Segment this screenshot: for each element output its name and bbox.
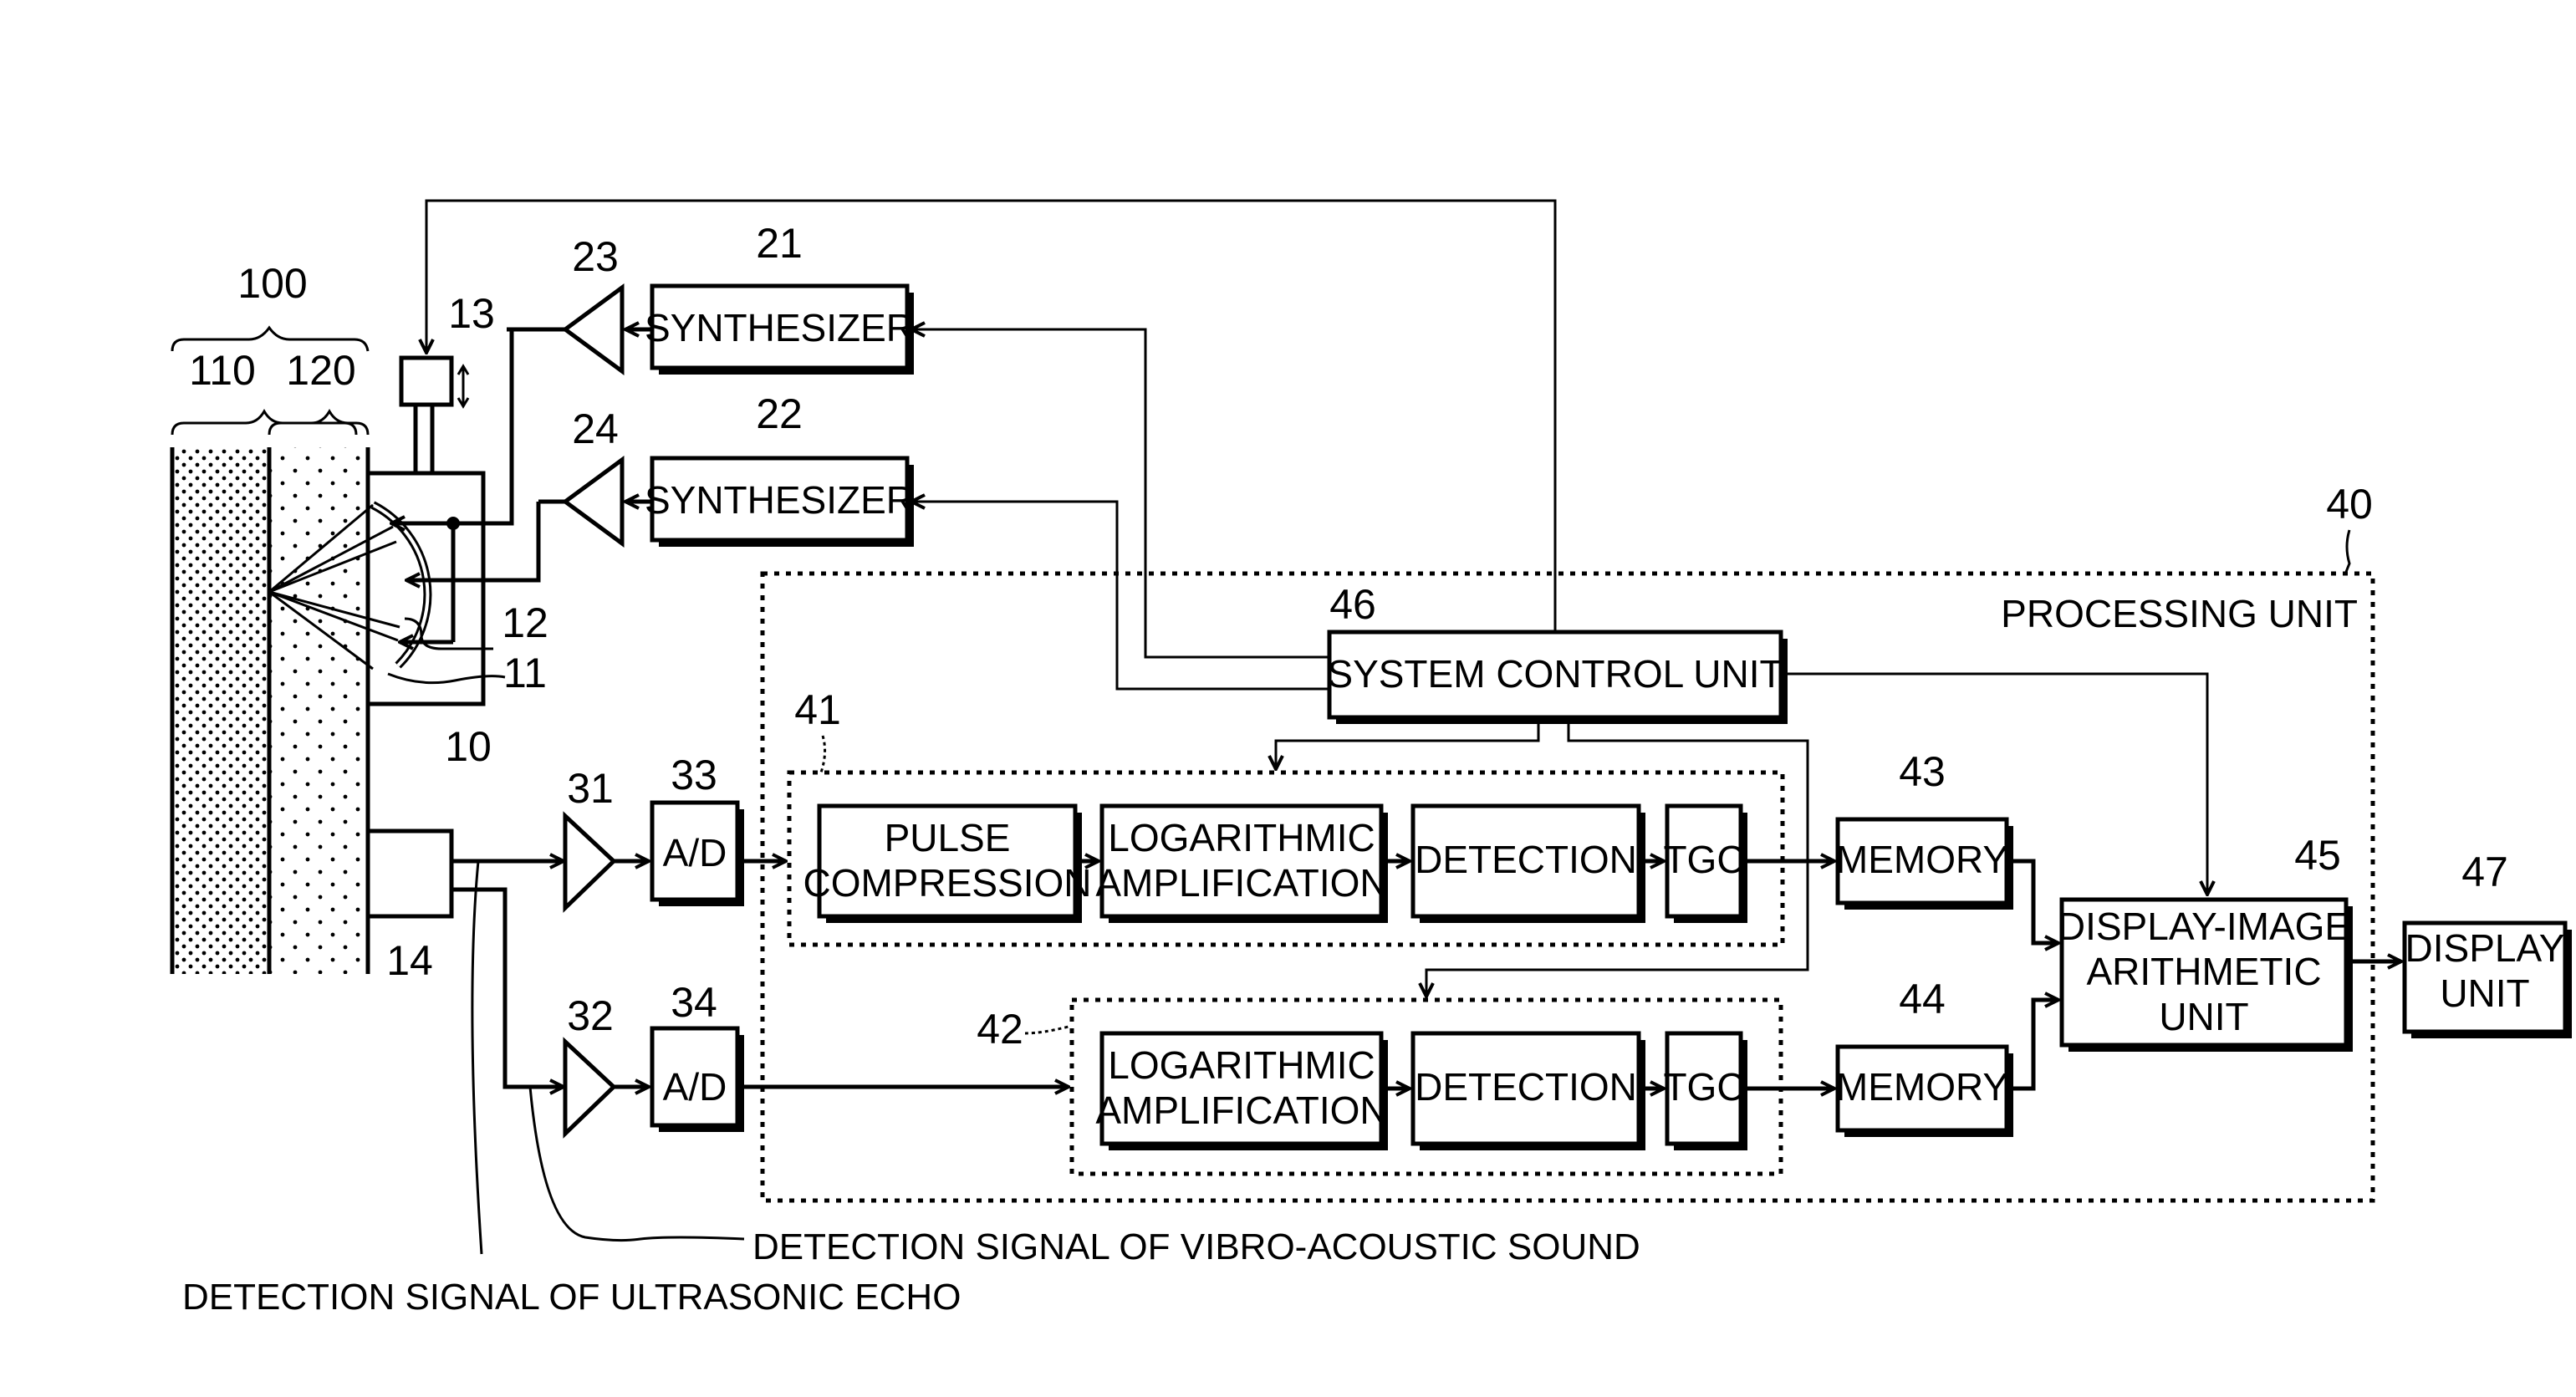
log-amp-2-label-2: AMPLIFICATION [1095,1089,1387,1132]
ref-24: 24 [572,405,619,452]
detection-1-label: DETECTION [1415,838,1637,881]
pulse-compression-label-1: PULSE [885,816,1011,859]
ref-23: 23 [572,233,619,280]
actuator-13 [399,355,454,407]
ref-13: 13 [448,290,495,337]
display-image-unit-block: DISPLAY-IMAGE ARITHMETIC UNIT 45 [2058,832,2353,1052]
layer-120-region [269,447,368,974]
log-amp-2-block: LOGARITHMIC AMPLIFICATION [1095,1031,1388,1150]
memory-43-label: MEMORY [1836,838,2008,881]
block-diagram: 100 110 120 12 11 10 13 SYNTHESIZER 21 2… [170,199,2572,1318]
ref-34: 34 [671,979,717,1026]
ref-22: 22 [756,390,803,437]
pulse-compression-block: PULSE COMPRESSION [803,803,1092,923]
ref-10: 10 [445,723,492,770]
control-line-synth-21 [911,329,1329,659]
tgc-2-block: TGC [1663,1031,1747,1150]
ref-32: 32 [567,992,614,1039]
caption-vibro-acoustic: DETECTION SIGNAL OF VIBRO-ACOUSTIC SOUND [752,1226,1640,1267]
log-amp-1-block: LOGARITHMIC AMPLIFICATION [1095,803,1388,923]
ref-14: 14 [386,937,433,984]
amplifier-32 [563,1037,617,1139]
caption-ultrasonic-echo: DETECTION SIGNAL OF ULTRASONIC ECHO [182,1277,961,1318]
system-control-unit-label: SYSTEM CONTROL UNIT [1327,652,1783,696]
log-amp-2-label-1: LOGARITHMIC [1108,1043,1375,1087]
pulse-compression-label-2: COMPRESSION [803,861,1091,905]
ad-33-label: A/D [663,831,727,874]
ref-33: 33 [671,752,717,798]
ref-42: 42 [977,1006,1023,1053]
system-control-unit-group: SYSTEM CONTROL UNIT 46 [1327,581,1788,724]
display-unit-label-1: DISPLAY [2405,926,2565,970]
log-amp-1-label-1: LOGARITHMIC [1108,816,1375,859]
synthesizer-21-group: SYNTHESIZER 21 23 [512,220,914,375]
ref-11: 11 [503,650,547,696]
tgc-2-label: TGC [1663,1065,1744,1109]
detection-2-block: DETECTION [1410,1031,1645,1150]
display-image-label-3: UNIT [2159,995,2248,1038]
ref-12: 12 [502,599,548,646]
sensor-14 [365,829,454,919]
tgc-1-label: TGC [1663,838,1744,881]
tgc-1-block: TGC [1663,803,1747,923]
display-image-label-1: DISPLAY-IMAGE [2058,905,2350,948]
ad-34-label: A/D [663,1065,727,1109]
control-line-synth-22 [911,502,1329,691]
detection-2-label: DETECTION [1415,1065,1637,1109]
memory-44-label: MEMORY [1836,1065,2008,1109]
ref-21: 21 [756,220,803,267]
move-arrow-icon [457,364,470,409]
ref-41: 41 [794,686,841,733]
ref-110: 110 [189,347,256,394]
ref-31: 31 [567,765,614,812]
ref-45: 45 [2294,832,2341,879]
ref-100: 100 [237,260,307,307]
ref-46: 46 [1329,581,1376,628]
ref-120: 120 [286,347,355,394]
log-amp-1-label-2: AMPLIFICATION [1095,861,1387,905]
amplifier-23 [561,283,625,375]
layer-110-region [172,447,269,974]
display-image-label-2: ARITHMETIC [2086,950,2321,993]
ref-44: 44 [1899,976,1946,1022]
amplifier-24 [561,456,625,548]
ref-47: 47 [2461,849,2508,895]
synthesizer-21-label: SYNTHESIZER [645,306,914,349]
detection-1-block: DETECTION [1410,803,1645,923]
echo-leader [471,860,483,1255]
display-unit-label-2: UNIT [2440,971,2529,1015]
memory-43-block: MEMORY 43 [1835,748,2013,910]
synthesizer-22-group: SYNTHESIZER 22 24 [538,390,914,548]
amplifier-31 [563,811,617,913]
ref-40: 40 [2326,481,2373,528]
synthesizer-22-label: SYNTHESIZER [645,478,914,522]
ref-43: 43 [1899,748,1946,795]
memory-44-block: MEMORY 44 [1835,976,2013,1137]
processing-unit-label: PROCESSING UNIT [2001,592,2358,635]
control-line-group-41 [1276,724,1540,769]
display-unit-block: DISPLAY UNIT 47 [2402,849,2572,1038]
